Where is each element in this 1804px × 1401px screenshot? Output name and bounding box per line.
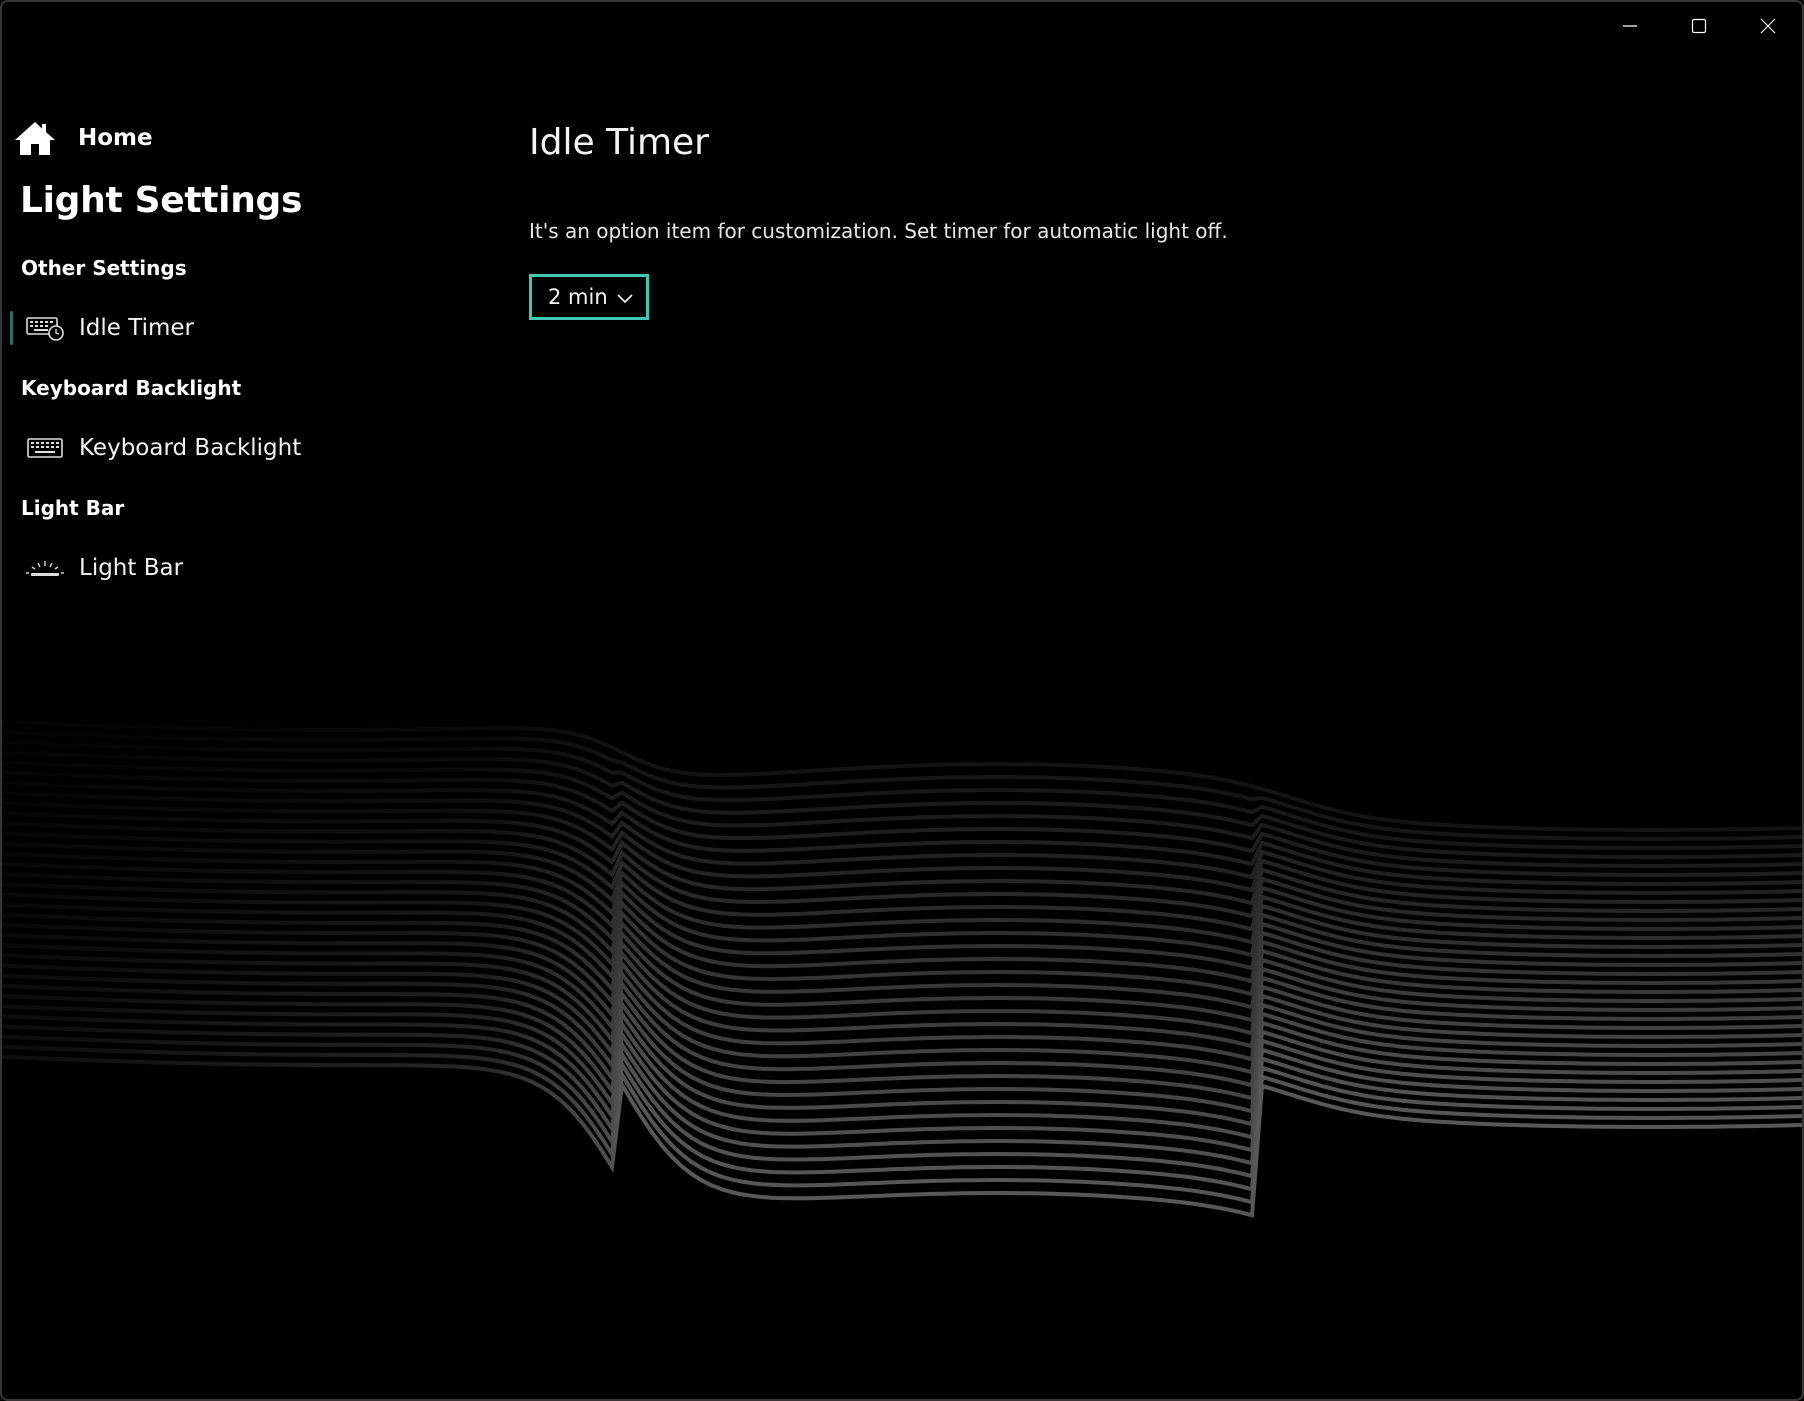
wave-line <box>2 1014 1802 1166</box>
light-bar-icon <box>25 554 65 582</box>
wave-line <box>2 821 1802 922</box>
maximize-icon <box>1691 18 1706 34</box>
wave-line <box>2 831 1802 932</box>
wave-line <box>2 892 1802 1010</box>
sidebar-item-light-bar[interactable]: Light Bar <box>10 549 480 587</box>
wave-line <box>2 730 1802 841</box>
wave-line <box>2 882 1802 997</box>
wave-line <box>2 791 1802 895</box>
sidebar-item-idle-timer[interactable]: Idle Timer <box>10 309 480 347</box>
wave-fade <box>2 602 1802 1399</box>
description-text: It's an option item for customization. S… <box>529 219 1228 243</box>
content-title: Idle Timer <box>529 122 709 163</box>
wave-line <box>2 902 1802 1023</box>
chevron-down-icon <box>617 294 633 304</box>
app-window: Home Light Settings Other Settings Idle … <box>0 0 1804 1401</box>
wave-line <box>2 973 1802 1114</box>
sidebar-item-keyboard-backlight[interactable]: Keyboard Backlight <box>10 429 480 467</box>
wave-line <box>2 1055 1802 1218</box>
home-icon <box>15 122 55 155</box>
minimize-button[interactable] <box>1595 2 1664 50</box>
wave-line <box>2 943 1802 1075</box>
close-button[interactable] <box>1733 2 1802 50</box>
wave-line <box>2 953 1802 1088</box>
section-heading-keyboard-backlight: Keyboard Backlight <box>21 376 242 400</box>
selection-indicator <box>10 311 13 345</box>
wave-line <box>2 1044 1802 1205</box>
window-controls <box>1595 2 1802 50</box>
wave-line <box>2 963 1802 1101</box>
wave-line <box>2 852 1802 958</box>
sidebar-item-label: Light Bar <box>79 555 184 581</box>
wave-line <box>2 862 1802 971</box>
wave-line <box>2 923 1802 1049</box>
wave-line <box>2 801 1802 904</box>
home-label: Home <box>78 125 153 151</box>
idle-timer-dropdown[interactable]: 2 min <box>529 274 649 320</box>
keyboard-timer-icon <box>25 314 65 342</box>
section-heading-light-bar: Light Bar <box>21 496 125 520</box>
keyboard-icon <box>25 434 65 462</box>
maximize-button[interactable] <box>1664 2 1733 50</box>
wave-line <box>2 983 1802 1127</box>
wave-line <box>2 780 1802 886</box>
wave-line <box>2 841 1802 945</box>
dropdown-value: 2 min <box>548 285 608 309</box>
wave-line <box>2 740 1802 850</box>
home-link[interactable]: Home <box>14 120 153 156</box>
wave-line <box>2 760 1802 868</box>
wave-line <box>2 912 1802 1036</box>
wave-line <box>2 872 1802 984</box>
wave-line <box>2 811 1802 913</box>
wave-line <box>2 750 1802 859</box>
wave-line <box>2 1024 1802 1179</box>
page-title: Light Settings <box>20 180 303 221</box>
sidebar-item-label: Idle Timer <box>79 315 194 341</box>
section-heading-other-settings: Other Settings <box>21 256 187 280</box>
wave-line <box>2 1004 1802 1153</box>
close-icon <box>1760 18 1775 34</box>
wave-line <box>2 933 1802 1062</box>
wave-line <box>2 720 1802 832</box>
wave-line <box>2 1034 1802 1192</box>
sidebar-item-label: Keyboard Backlight <box>79 435 302 461</box>
wave-line <box>2 994 1802 1140</box>
wave-line <box>2 770 1802 877</box>
minimize-icon <box>1622 25 1637 27</box>
